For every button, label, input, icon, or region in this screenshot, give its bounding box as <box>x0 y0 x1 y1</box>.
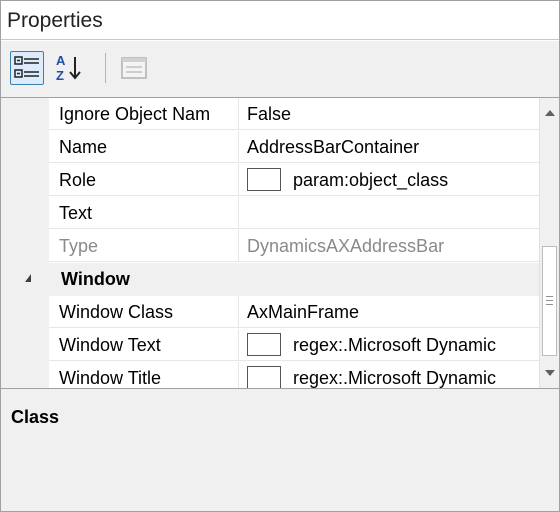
property-row-type[interactable]: Type DynamicsAXAddressBar <box>1 230 539 263</box>
property-name: Ignore Object Nam <box>49 98 239 130</box>
toolbar: A Z <box>1 41 559 98</box>
property-row-window-text[interactable]: Window Text regex:.Microsoft Dynamic <box>1 329 539 362</box>
property-name: Window Class <box>49 296 239 328</box>
grip-line <box>546 304 553 305</box>
value-swatch <box>247 333 281 357</box>
property-value: regex:.Microsoft Dynamic <box>293 368 497 388</box>
scrollbar-thumb[interactable] <box>542 246 557 356</box>
grip-line <box>546 296 553 297</box>
property-name: Window Text <box>49 329 239 361</box>
svg-text:Z: Z <box>56 68 64 83</box>
collapse-triangle-icon[interactable] <box>25 274 31 282</box>
property-name: Name <box>49 131 239 163</box>
description-pane: Class <box>1 395 559 511</box>
alphabetical-sort-button[interactable]: A Z <box>53 51 87 85</box>
value-swatch <box>247 168 281 192</box>
categorized-view-icon <box>14 56 39 78</box>
value-swatch <box>247 366 281 388</box>
property-name: Window Title <box>49 362 239 388</box>
toolbar-separator <box>105 53 106 83</box>
property-value-cell[interactable]: regex:.Microsoft Dynamic <box>239 329 539 361</box>
property-value[interactable] <box>239 197 539 229</box>
property-grid: Ignore Object Nam False Name AddressBarC… <box>1 98 559 388</box>
property-value: param:object_class <box>293 170 449 190</box>
property-row-text[interactable]: Text <box>1 197 539 230</box>
property-row-role[interactable]: Role param:object_class <box>1 164 539 197</box>
categorized-view-button[interactable] <box>10 51 44 85</box>
grip-line <box>546 300 553 301</box>
panel-title: Properties <box>1 1 559 40</box>
scroll-up-arrow-icon[interactable] <box>545 110 555 116</box>
vertical-scrollbar[interactable] <box>539 98 559 388</box>
property-value-cell[interactable]: regex:.Microsoft Dynamic <box>239 362 539 388</box>
scroll-down-arrow-icon[interactable] <box>545 370 555 376</box>
property-name: Type <box>49 230 239 262</box>
property-pages-icon <box>121 57 147 79</box>
property-row-window-title[interactable]: Window Title regex:.Microsoft Dynamic <box>1 362 539 388</box>
property-value: DynamicsAXAddressBar <box>239 230 539 262</box>
description-splitter[interactable] <box>1 388 559 395</box>
property-value[interactable]: AxMainFrame <box>239 296 539 328</box>
property-name: Text <box>49 197 239 229</box>
properties-panel: Properties A Z Ignore Object Nam False N… <box>0 0 560 512</box>
category-row-window[interactable]: Window <box>1 263 539 296</box>
sort-alphabetical-icon: A Z <box>56 53 81 83</box>
category-label: Window <box>61 269 130 289</box>
property-row-window-class[interactable]: Window Class AxMainFrame <box>1 296 539 329</box>
property-row-ignore-object-name[interactable]: Ignore Object Nam False <box>1 98 539 131</box>
property-name: Role <box>49 164 239 196</box>
property-row-name[interactable]: Name AddressBarContainer <box>1 131 539 164</box>
property-value: regex:.Microsoft Dynamic <box>293 335 497 355</box>
property-value-cell[interactable]: param:object_class <box>239 164 539 196</box>
property-pages-button[interactable] <box>117 51 151 85</box>
svg-text:A: A <box>56 53 66 68</box>
property-value[interactable]: False <box>239 98 539 130</box>
property-value[interactable]: AddressBarContainer <box>239 131 539 163</box>
description-title: Class <box>11 407 60 427</box>
